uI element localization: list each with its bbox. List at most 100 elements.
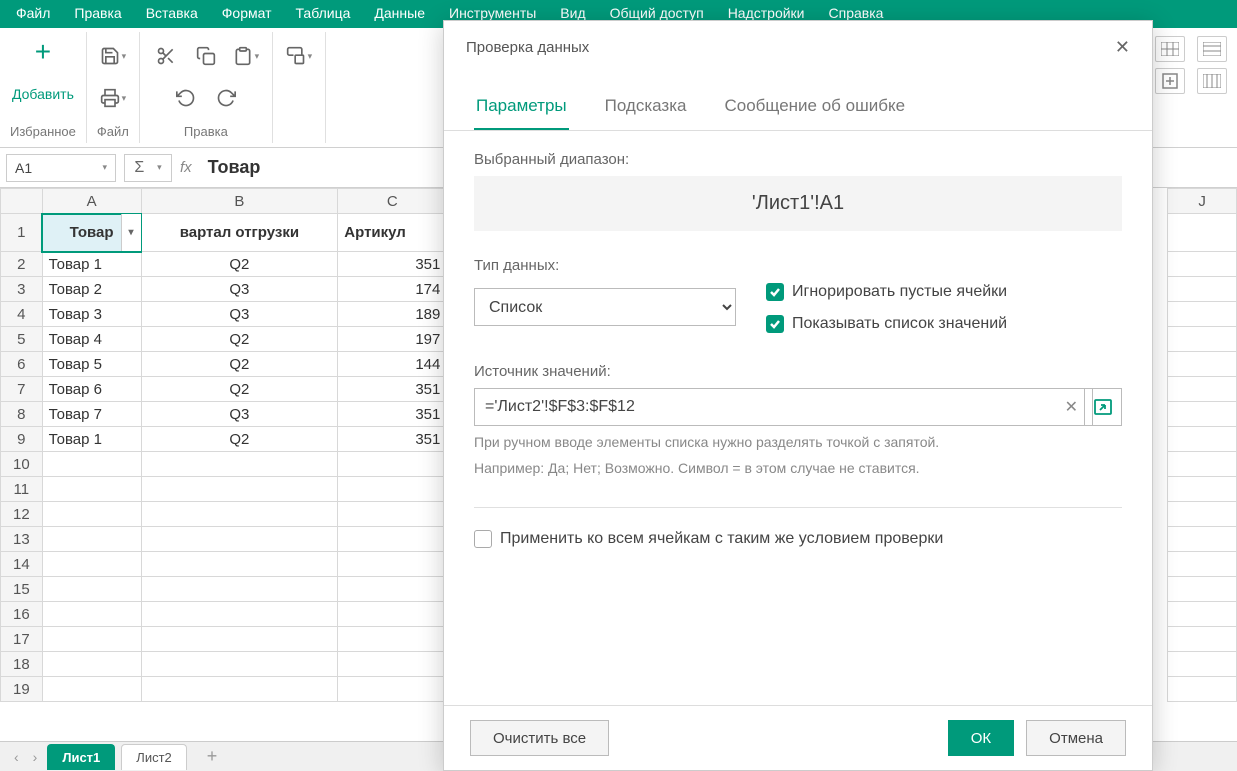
- cancel-button[interactable]: Отмена: [1026, 720, 1126, 756]
- table-cell[interactable]: [141, 552, 338, 577]
- table-cell[interactable]: Товар 5: [42, 352, 141, 377]
- menu-format[interactable]: Формат: [210, 0, 284, 28]
- table-cell[interactable]: [338, 552, 447, 577]
- table-cell[interactable]: [141, 527, 338, 552]
- table-cell[interactable]: [1168, 452, 1237, 477]
- table-cell[interactable]: [42, 527, 141, 552]
- table-cell[interactable]: [338, 602, 447, 627]
- table-cell[interactable]: [1168, 527, 1237, 552]
- table-cell[interactable]: [338, 652, 447, 677]
- clear-all-button[interactable]: Очистить все: [470, 720, 609, 756]
- table-cell[interactable]: [42, 552, 141, 577]
- table-cell[interactable]: [1168, 402, 1237, 427]
- table-cell[interactable]: [42, 452, 141, 477]
- row-header[interactable]: 14: [1, 552, 43, 577]
- col-header-J[interactable]: J: [1168, 189, 1237, 214]
- col-header-A[interactable]: A: [42, 189, 141, 214]
- table-cell[interactable]: Q2: [141, 252, 338, 277]
- table-cell[interactable]: Товар 1: [42, 252, 141, 277]
- copy-icon[interactable]: [190, 40, 222, 72]
- table-cell[interactable]: Q2: [141, 327, 338, 352]
- table-cell[interactable]: [42, 652, 141, 677]
- cell-C1[interactable]: Артикул: [338, 214, 447, 252]
- row-header[interactable]: 4: [1, 302, 43, 327]
- table-cell[interactable]: 351: [338, 377, 447, 402]
- save-icon[interactable]: ▾: [97, 40, 129, 72]
- table-cell[interactable]: [42, 602, 141, 627]
- row-header[interactable]: 9: [1, 427, 43, 452]
- show-list-checkbox[interactable]: Показывать список значений: [766, 315, 1007, 333]
- clear-input-icon[interactable]: ✕: [1065, 397, 1078, 417]
- table-cell[interactable]: [1168, 302, 1237, 327]
- table-cell[interactable]: 351: [338, 427, 447, 452]
- row-header-1[interactable]: 1: [1, 214, 43, 252]
- cell-A1[interactable]: Товар: [42, 214, 141, 252]
- formula-value[interactable]: Товар: [208, 157, 261, 178]
- table-cell[interactable]: [141, 652, 338, 677]
- add-button[interactable]: +: [27, 36, 59, 68]
- row-header[interactable]: 15: [1, 577, 43, 602]
- table-cell[interactable]: [1168, 252, 1237, 277]
- redo-icon[interactable]: [210, 82, 242, 114]
- expand-icon[interactable]: [1155, 68, 1185, 94]
- table-cell[interactable]: Q3: [141, 402, 338, 427]
- range-picker-icon[interactable]: [1084, 388, 1122, 426]
- tab-prev-icon[interactable]: ‹: [10, 749, 23, 765]
- ok-button[interactable]: ОК: [948, 720, 1014, 756]
- table-cell[interactable]: [42, 502, 141, 527]
- row-header[interactable]: 7: [1, 377, 43, 402]
- table-cell[interactable]: [1168, 477, 1237, 502]
- table-cell[interactable]: Товар 1: [42, 427, 141, 452]
- sheet-tab-2[interactable]: Лист2: [121, 744, 186, 770]
- table-cell[interactable]: Товар 6: [42, 377, 141, 402]
- apply-all-checkbox[interactable]: Применить ко всем ячейкам с таким же усл…: [474, 530, 1122, 548]
- table-cell[interactable]: [141, 677, 338, 702]
- tab-error[interactable]: Сообщение об ошибке: [722, 88, 907, 130]
- table-cell[interactable]: Q2: [141, 352, 338, 377]
- table-cell[interactable]: [42, 577, 141, 602]
- row-header[interactable]: 13: [1, 527, 43, 552]
- tab-parameters[interactable]: Параметры: [474, 88, 569, 130]
- row-header[interactable]: 16: [1, 602, 43, 627]
- row-header[interactable]: 3: [1, 277, 43, 302]
- table-cell[interactable]: [1168, 327, 1237, 352]
- print-icon[interactable]: ▾: [97, 82, 129, 114]
- table-cell[interactable]: Товар 3: [42, 302, 141, 327]
- table-cell[interactable]: Товар 2: [42, 277, 141, 302]
- row-header[interactable]: 2: [1, 252, 43, 277]
- table-cell[interactable]: [1168, 427, 1237, 452]
- row-header[interactable]: 18: [1, 652, 43, 677]
- row-header[interactable]: 10: [1, 452, 43, 477]
- table-cell[interactable]: Q3: [141, 277, 338, 302]
- table-cell[interactable]: [338, 452, 447, 477]
- row-header[interactable]: 8: [1, 402, 43, 427]
- corner-cell[interactable]: [1, 189, 43, 214]
- table-cell[interactable]: 174: [338, 277, 447, 302]
- row-header[interactable]: 11: [1, 477, 43, 502]
- menu-data[interactable]: Данные: [362, 0, 437, 28]
- table-cell[interactable]: [338, 502, 447, 527]
- tab-next-icon[interactable]: ›: [29, 749, 42, 765]
- close-icon[interactable]: ✕: [1111, 33, 1134, 62]
- table-cell[interactable]: [1168, 602, 1237, 627]
- table-cell[interactable]: [42, 477, 141, 502]
- table-cell[interactable]: 144: [338, 352, 447, 377]
- table-cell[interactable]: 351: [338, 402, 447, 427]
- table-cell[interactable]: [141, 577, 338, 602]
- grid-icon-1[interactable]: [1155, 36, 1185, 62]
- table-cell[interactable]: [1168, 552, 1237, 577]
- sheet-tab-1[interactable]: Лист1: [47, 744, 115, 770]
- table-cell[interactable]: Q3: [141, 302, 338, 327]
- table-cell[interactable]: [338, 477, 447, 502]
- table-cell[interactable]: [1168, 627, 1237, 652]
- table-cell[interactable]: Q2: [141, 427, 338, 452]
- table-cell[interactable]: [338, 527, 447, 552]
- cell-J1[interactable]: [1168, 214, 1237, 252]
- table-cell[interactable]: [1168, 377, 1237, 402]
- table-cell[interactable]: [1168, 652, 1237, 677]
- row-header[interactable]: 6: [1, 352, 43, 377]
- undo-icon[interactable]: [170, 82, 202, 114]
- grid-icon-2[interactable]: [1197, 36, 1227, 62]
- table-cell[interactable]: [1168, 677, 1237, 702]
- table-cell[interactable]: [1168, 277, 1237, 302]
